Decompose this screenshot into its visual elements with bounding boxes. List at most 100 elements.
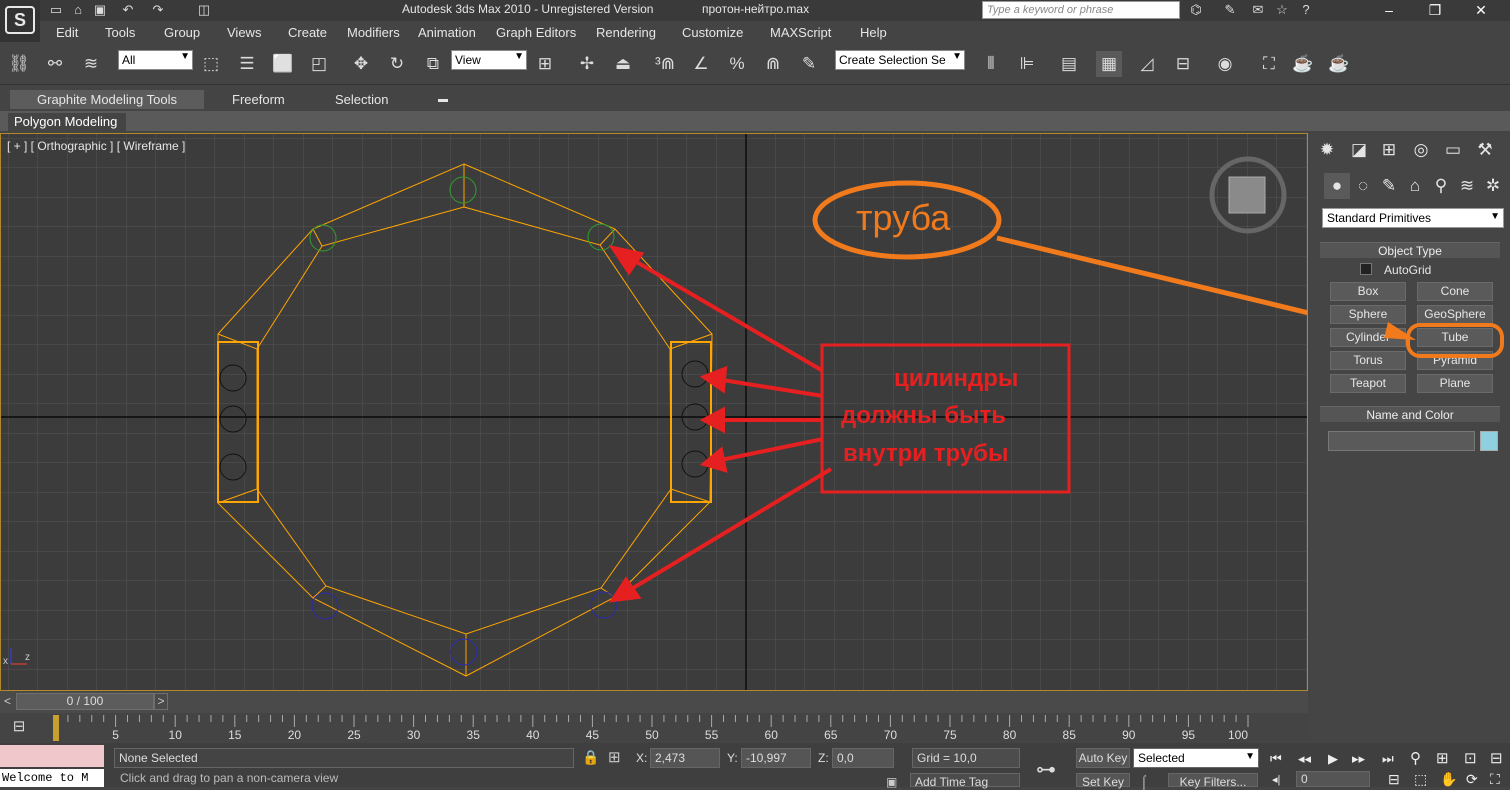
reference-coordinate-dropdown[interactable]: View ▼: [451, 50, 527, 70]
zoom-all-icon[interactable]: ⊞: [1436, 749, 1449, 767]
systems-icon[interactable]: ✲: [1480, 173, 1506, 199]
object-color-swatch[interactable]: [1480, 431, 1498, 451]
key-mode-toggle-icon[interactable]: ◂|: [1272, 773, 1280, 786]
set-key-icon[interactable]: ⊶: [1036, 757, 1056, 782]
y-coordinate-field[interactable]: -10,997: [741, 748, 811, 768]
timeline-current-frame-marker[interactable]: [53, 715, 59, 741]
orbit-icon[interactable]: ⟳: [1466, 771, 1478, 788]
display-tab-icon[interactable]: ▭: [1440, 137, 1466, 163]
field-of-view-icon[interactable]: ⬚: [1414, 771, 1427, 788]
mirror-icon[interactable]: ⫴: [978, 51, 1004, 77]
search-input[interactable]: Type a keyword or phrase: [982, 1, 1180, 19]
hierarchy-tab-icon[interactable]: ⊞: [1376, 137, 1402, 163]
helpers-icon[interactable]: ⚲: [1428, 173, 1454, 199]
go-to-start-icon[interactable]: ⏮: [1270, 751, 1282, 767]
angle-snap-icon[interactable]: ∠: [688, 51, 714, 77]
project-folder-icon[interactable]: ◫: [196, 2, 212, 18]
time-config-icon[interactable]: ⊟: [1388, 771, 1400, 788]
named-selection-dropdown[interactable]: Create Selection Se ▼: [835, 50, 965, 70]
menu-animation[interactable]: Animation: [418, 25, 476, 40]
plane-button[interactable]: Plane: [1417, 374, 1493, 393]
category-dropdown[interactable]: Standard Primitives ▼: [1322, 208, 1504, 228]
select-by-name-icon[interactable]: ☰: [234, 51, 260, 77]
save-file-icon[interactable]: ▣: [92, 2, 108, 18]
help-icon[interactable]: ?: [1298, 2, 1314, 18]
menu-maxscript[interactable]: MAXScript: [770, 25, 831, 40]
box-button[interactable]: Box: [1330, 282, 1406, 301]
bind-space-warp-icon[interactable]: ≋: [78, 51, 104, 77]
select-object-icon[interactable]: ⬚: [198, 51, 224, 77]
material-editor-icon[interactable]: ◉: [1212, 51, 1238, 77]
motion-tab-icon[interactable]: ◎: [1408, 137, 1434, 163]
select-scale-icon[interactable]: ⧉: [420, 51, 446, 77]
create-tab-icon[interactable]: ✹: [1314, 137, 1340, 163]
spinner-snap-icon[interactable]: ⋒: [760, 51, 786, 77]
select-move-icon[interactable]: ✥: [348, 51, 374, 77]
time-slider[interactable]: < 0 / 100 >: [0, 691, 1308, 713]
tab-graphite-modeling-tools[interactable]: Graphite Modeling Tools: [10, 90, 204, 109]
maxscript-output[interactable]: Welcome to M: [0, 769, 104, 787]
menu-group[interactable]: Group: [164, 25, 200, 40]
tab-freeform[interactable]: Freeform: [232, 90, 285, 109]
object-name-input[interactable]: [1328, 431, 1475, 451]
key-mode-dropdown[interactable]: Selected ▼: [1133, 748, 1259, 768]
previous-frame-icon[interactable]: ◂◂: [1298, 751, 1311, 767]
menu-edit[interactable]: Edit: [56, 25, 78, 40]
select-and-link-icon[interactable]: ⛓: [6, 51, 32, 77]
lock-icon[interactable]: 🔒: [582, 749, 599, 766]
communication-icon[interactable]: ✉: [1250, 2, 1266, 18]
rendered-frame-icon[interactable]: ☕: [1290, 51, 1316, 77]
key-filters-button[interactable]: Key Filters...: [1168, 773, 1258, 789]
keyboard-shortcut-icon[interactable]: ⏏: [610, 51, 636, 77]
zoom-icon[interactable]: ⚲: [1410, 749, 1421, 767]
align-icon[interactable]: ⊫: [1014, 51, 1040, 77]
new-file-icon[interactable]: ▭: [48, 2, 64, 18]
rollout-object-type[interactable]: Object Type: [1320, 242, 1500, 258]
unlink-icon[interactable]: ⚯: [42, 51, 68, 77]
menu-modifiers[interactable]: Modifiers: [347, 25, 400, 40]
zoom-extents-icon[interactable]: ⊡: [1464, 749, 1477, 767]
slider-right-icon[interactable]: >: [154, 693, 168, 710]
slider-left-icon[interactable]: <: [4, 694, 11, 708]
menu-graph-editors[interactable]: Graph Editors: [496, 25, 576, 40]
menu-help[interactable]: Help: [860, 25, 887, 40]
geometry-icon[interactable]: ●: [1324, 173, 1350, 199]
auto-key-button[interactable]: Auto Key: [1076, 748, 1130, 768]
select-manipulate-icon[interactable]: ✢: [574, 51, 600, 77]
shapes-icon[interactable]: ◌: [1350, 173, 1376, 199]
redo-icon[interactable]: ↷: [150, 2, 166, 18]
space-warps-icon[interactable]: ≋: [1454, 173, 1480, 199]
open-file-icon[interactable]: ⌂: [70, 2, 86, 18]
menu-tools[interactable]: Tools: [105, 25, 135, 40]
utilities-tab-icon[interactable]: ⚒: [1472, 137, 1498, 163]
tools-icon[interactable]: ✎: [1222, 2, 1238, 18]
window-crossing-icon[interactable]: ◰: [306, 51, 332, 77]
menu-customize[interactable]: Customize: [682, 25, 743, 40]
modify-tab-icon[interactable]: ◪: [1346, 137, 1372, 163]
infocenter-icon[interactable]: ⌬: [1188, 2, 1204, 18]
tab-selection[interactable]: Selection: [335, 90, 388, 109]
z-coordinate-field[interactable]: 0,0: [832, 748, 894, 768]
cone-button[interactable]: Cone: [1417, 282, 1493, 301]
menu-rendering[interactable]: Rendering: [596, 25, 656, 40]
minimize-button[interactable]: –: [1366, 0, 1412, 21]
curve-editor-icon[interactable]: ◿: [1134, 51, 1160, 77]
maximize-viewport-icon[interactable]: ⛶: [1490, 771, 1500, 788]
go-to-end-icon[interactable]: ⏭: [1382, 751, 1394, 767]
close-button[interactable]: ✕: [1458, 0, 1504, 21]
viewport-orthographic[interactable]: [ + ] [ Orthographic ] [ Wireframe ] z x…: [0, 133, 1308, 691]
viewport-label[interactable]: [ + ] [ Orthographic ] [ Wireframe ]: [7, 139, 185, 153]
select-rotate-icon[interactable]: ↻: [384, 51, 410, 77]
maxscript-input[interactable]: [0, 745, 104, 767]
pivot-center-icon[interactable]: ⊞: [532, 51, 558, 77]
play-icon[interactable]: ▶: [1328, 751, 1338, 767]
current-frame-field[interactable]: 0: [1296, 771, 1370, 787]
edit-named-selection-icon[interactable]: ✎: [796, 51, 822, 77]
viewcube-icon[interactable]: [1228, 176, 1266, 214]
lights-icon[interactable]: ✎: [1376, 173, 1402, 199]
menu-views[interactable]: Views: [227, 25, 261, 40]
track-bar[interactable]: ⊟ 05101520253035404550556065707580859095…: [0, 713, 1260, 743]
add-time-tag[interactable]: Add Time Tag: [910, 773, 1020, 789]
zoom-extents-all-icon[interactable]: ⊟: [1490, 749, 1503, 767]
frame-counter[interactable]: 0 / 100: [16, 693, 154, 710]
